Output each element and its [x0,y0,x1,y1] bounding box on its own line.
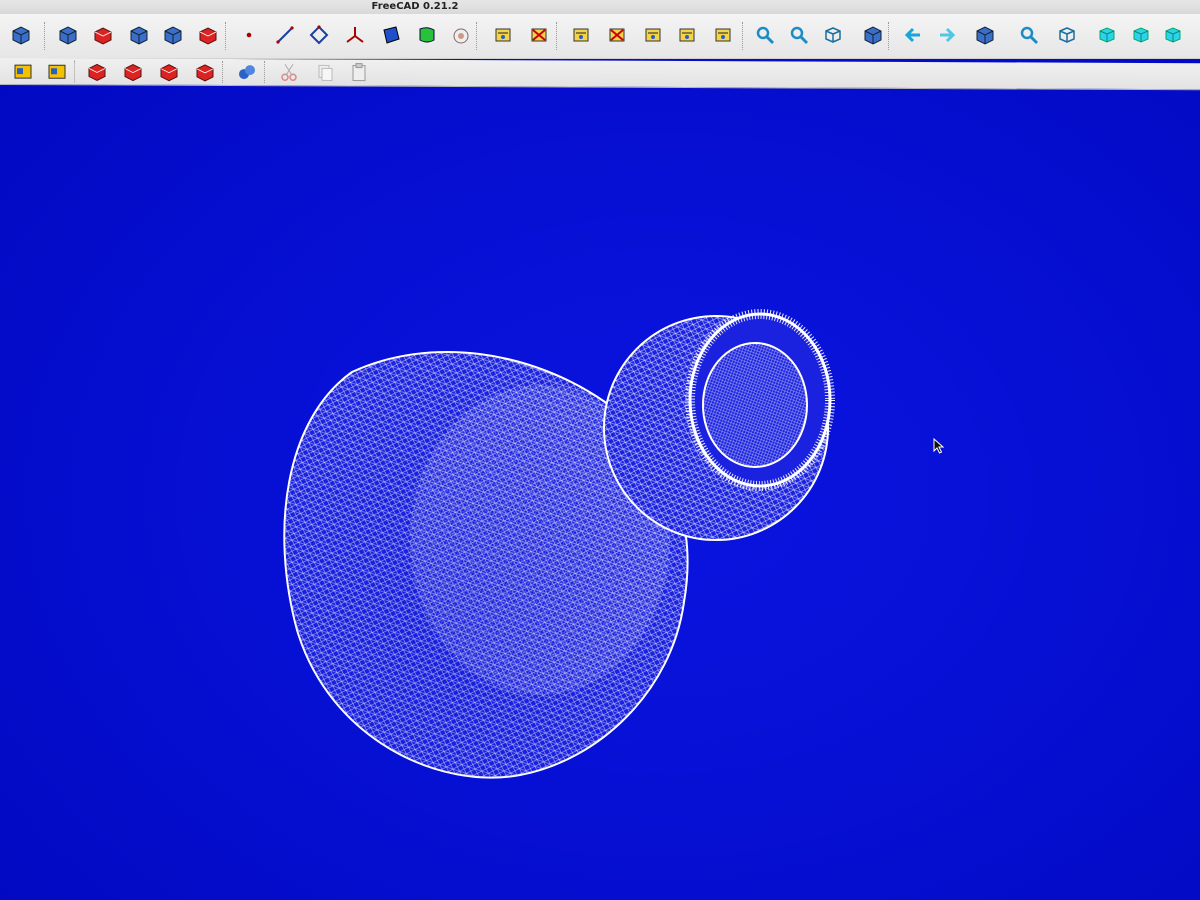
line-icon[interactable] [272,22,298,48]
view-axonometric-icon[interactable] [1054,22,1080,48]
check-geometry-icon[interactable] [195,22,221,48]
measure-refresh-icon[interactable] [568,22,594,48]
export-icon[interactable] [160,22,186,48]
thickness-icon[interactable] [192,59,218,85]
copy-icon[interactable] [312,59,338,85]
zoom-dropdown-icon[interactable] [1016,22,1042,48]
mirror-icon[interactable] [156,59,182,85]
sheep-icon[interactable] [448,22,474,48]
toolbar-separator [742,22,743,50]
new-part-icon[interactable] [55,22,81,48]
measure-distance-icon[interactable] [490,22,516,48]
workbench-nav-icon[interactable] [972,22,998,48]
toolbar-separator [222,60,223,83]
toolbar-row-1 [0,14,1200,59]
boolean-cut-icon[interactable] [44,58,70,84]
toolbar-separator [264,61,265,84]
window-title: FreeCAD 0.21.2 [371,1,459,12]
free-surface-icon[interactable] [414,22,440,48]
measure-toggle-icon[interactable] [640,22,666,48]
mouse-cursor-icon [933,438,945,454]
part-shape-icon[interactable] [90,22,116,48]
mesh-model[interactable] [0,0,1200,900]
measure-angle-icon[interactable] [526,22,552,48]
view-front-icon[interactable] [1094,22,1120,48]
toolbar-separator [476,22,477,50]
toolbar-separator [44,22,45,50]
view-right-icon[interactable] [1160,22,1186,48]
import-icon[interactable] [126,22,152,48]
fit-selection-icon[interactable] [786,22,812,48]
view-top-icon[interactable] [1128,22,1154,48]
forward-icon[interactable] [934,22,960,48]
point-icon[interactable] [236,22,262,48]
workbench-switch-icon[interactable] [8,22,34,48]
boolean-union-icon[interactable] [10,58,36,84]
title-bar: FreeCAD 0.21.2 [0,0,1200,14]
draw-style-icon[interactable] [860,22,886,48]
axis-icon[interactable] [342,22,368,48]
std-views-icon[interactable] [820,22,846,48]
cut-icon[interactable] [276,59,302,85]
toolbar-separator [556,22,557,50]
back-icon[interactable] [900,22,926,48]
link-icon[interactable] [234,59,260,85]
toolbar-separator [888,22,889,50]
polygon-icon[interactable] [306,22,332,48]
3d-viewport[interactable] [0,0,1200,900]
fillet-icon[interactable] [84,58,110,84]
paste-icon[interactable] [346,60,372,86]
toolbar-separator [74,60,75,83]
measure-clear-icon[interactable] [604,22,630,48]
fit-all-icon[interactable] [752,22,778,48]
measure-delta-icon[interactable] [710,22,736,48]
face-icon[interactable] [378,22,404,48]
toolbar-row-2 [0,58,1200,91]
toolbar-separator [225,22,226,50]
chamfer-icon[interactable] [120,59,146,85]
measure-3d-icon[interactable] [674,22,700,48]
